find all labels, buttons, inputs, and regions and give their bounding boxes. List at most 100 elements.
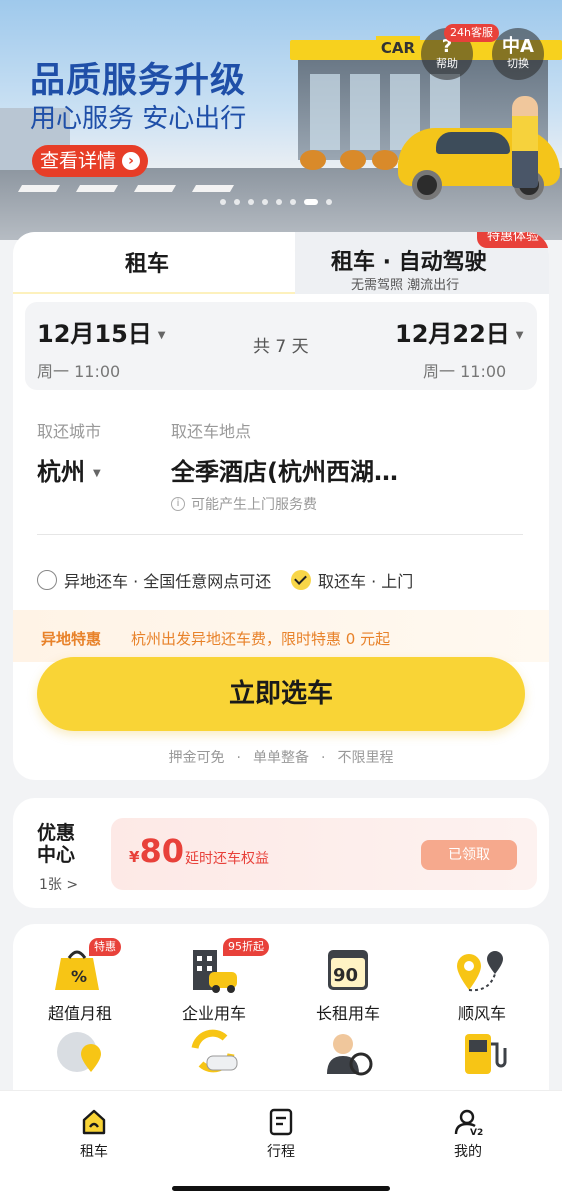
crosswalk-stripe [17, 185, 61, 192]
caret-down-icon: ▼ [515, 329, 524, 341]
service-ride-share[interactable]: 顺风车 [415, 944, 549, 1024]
select-car-button[interactable]: 立即选车 [37, 657, 525, 731]
coupon-count[interactable]: 1张 > [39, 874, 78, 894]
carousel-dot[interactable] [220, 199, 226, 205]
svg-text:V2: V2 [470, 1128, 483, 1137]
crosswalk-stripe [75, 185, 119, 192]
service-label: 长租用车 [315, 1004, 380, 1023]
monthly-rental-icon: % 特惠 [53, 938, 121, 994]
tab-autonomous-subtitle: 无需驾照 潮流出行 [351, 278, 460, 293]
chevron-right-icon: › [122, 152, 141, 170]
carousel-dot[interactable] [326, 199, 332, 205]
long-rental-icon: 90 [321, 944, 375, 994]
carousel-dot[interactable] [290, 199, 296, 205]
nav-trips[interactable]: 行程 [221, 1107, 341, 1161]
pickup-date-text: 12月15日 [37, 320, 152, 348]
translate-icon: 中A [502, 36, 534, 57]
different-return-option[interactable]: 异地还车 · 全国任意网点可还 [37, 568, 271, 592]
home-indicator[interactable] [172, 1186, 390, 1191]
special-offer-bar: 异地特惠 杭州出发异地还车费，限时特惠 0 元起 [13, 610, 549, 662]
coupon-amount-value: 80 [139, 832, 184, 870]
city-label: 取还城市 [37, 422, 102, 441]
carousel-dot[interactable] [276, 199, 282, 205]
nav-mine[interactable]: V2 我的 [408, 1107, 528, 1161]
city-value: 杭州 [37, 458, 85, 486]
coupon-item[interactable]: ¥80 延时还车权益 已领取 [111, 818, 537, 890]
service-label: 顺风车 [457, 1004, 506, 1023]
service-fuel[interactable] [415, 1028, 549, 1084]
service-label: 企业用车 [181, 1004, 246, 1023]
carousel-dots[interactable] [220, 199, 332, 205]
nav-rental[interactable]: 租车 [34, 1107, 154, 1161]
coupon-title-line: 优惠 [37, 822, 76, 844]
service-label: 超值月租 [47, 1004, 112, 1023]
tab-autonomous[interactable]: 租车 · 自动驾驶 无需驾照 潮流出行 特惠体验 [295, 232, 549, 294]
banner-subtitle: 用心服务 安心出行 [30, 104, 247, 134]
nav-rental-label: 租车 [80, 1144, 108, 1160]
svg-text:%: % [71, 967, 87, 986]
radio-unchecked-icon[interactable] [37, 570, 57, 590]
carousel-dot[interactable] [262, 199, 268, 205]
service-chauffeur[interactable] [281, 1028, 415, 1084]
different-return-label: 异地还车 · 全国任意网点可还 [64, 572, 272, 591]
trips-icon [266, 1107, 296, 1137]
nav-trips-label: 行程 [267, 1144, 295, 1160]
service-enterprise[interactable]: 95折起 企业用车 [147, 938, 281, 1024]
service-fee-text: 可能产生上门服务费 [191, 497, 317, 513]
autumn-bush [372, 150, 398, 170]
date-selector: 12月15日 ▼ 周一 11:00 共 7 天 12月22日 ▼ 周一 11:00 [25, 302, 537, 390]
station-window [310, 74, 340, 150]
support-badge: 24h客服 [444, 24, 499, 42]
feature-item: 不限里程 [337, 750, 394, 766]
pickup-time[interactable]: 周一 11:00 [37, 358, 120, 382]
service-long-rental[interactable]: 90 长租用车 [281, 944, 415, 1024]
service-used-car[interactable] [147, 1028, 281, 1084]
door-service-option[interactable]: 取还车 · 上门 [291, 568, 413, 592]
carousel-dot-active[interactable] [304, 199, 318, 205]
feature-list: 押金可免 · 单单整备 · 不限里程 [13, 747, 549, 767]
service-tag: 特惠 [89, 938, 121, 956]
car-window [436, 132, 510, 154]
autumn-bush [340, 150, 366, 170]
feature-separator: · [321, 750, 326, 766]
crosswalk-stripe [133, 185, 177, 192]
service-tag: 95折起 [223, 938, 269, 956]
return-date-text: 12月22日 [395, 320, 510, 348]
coupon-center-card[interactable]: 优惠 中心 1张 > ¥80 延时还车权益 已领取 [13, 798, 549, 908]
help-label: 帮助 [436, 57, 458, 70]
city-selector[interactable]: 杭州 ▼ [37, 452, 101, 487]
ride-share-icon [455, 944, 509, 994]
language-switch-button[interactable]: 中A 切换 [492, 28, 544, 80]
place-label: 取还车地点 [171, 422, 252, 441]
service-monthly-rental[interactable]: % 特惠 超值月租 [13, 938, 147, 1024]
staff-figure [512, 96, 538, 188]
view-details-button[interactable]: 查看详情 › [32, 145, 149, 177]
return-date[interactable]: 12月22日 ▼ [395, 314, 524, 349]
caret-down-icon: ▼ [157, 329, 166, 341]
autumn-bush [300, 150, 326, 170]
door-service-label: 取还车 · 上门 [318, 572, 414, 591]
coupon-center-title: 优惠 中心 [37, 822, 75, 866]
checkmark-icon[interactable] [291, 570, 311, 590]
place-selector[interactable]: 全季酒店(杭州西湖… [171, 452, 398, 487]
carousel-dot[interactable] [234, 199, 240, 205]
tab-rental[interactable]: 租车 [13, 232, 295, 294]
caret-down-icon: ▼ [93, 467, 101, 479]
view-details-label: 查看详情 [40, 150, 117, 172]
service-global-rental[interactable] [13, 1028, 147, 1084]
coupon-claimed-button[interactable]: 已领取 [421, 840, 517, 870]
tab-autonomous-label: 租车 · 自动驾驶 [331, 250, 487, 275]
divider [37, 534, 523, 535]
station-sign: CAR [376, 36, 420, 60]
switch-label: 切换 [507, 57, 529, 70]
profile-icon: V2 [453, 1107, 483, 1138]
chauffeur-icon [321, 1028, 375, 1078]
coupon-amount: ¥80 [129, 832, 184, 870]
enterprise-icon: 95折起 [187, 938, 269, 994]
return-time[interactable]: 周一 11:00 [423, 358, 506, 382]
booking-card: 租车 · 自动驾驶 无需驾照 潮流出行 特惠体验 租车 12月15日 ▼ 周一 1… [13, 232, 549, 780]
pickup-date[interactable]: 12月15日 ▼ [37, 314, 166, 349]
carousel-dot[interactable] [248, 199, 254, 205]
rental-home-icon [79, 1107, 109, 1137]
rental-duration: 共 7 天 [253, 337, 309, 357]
